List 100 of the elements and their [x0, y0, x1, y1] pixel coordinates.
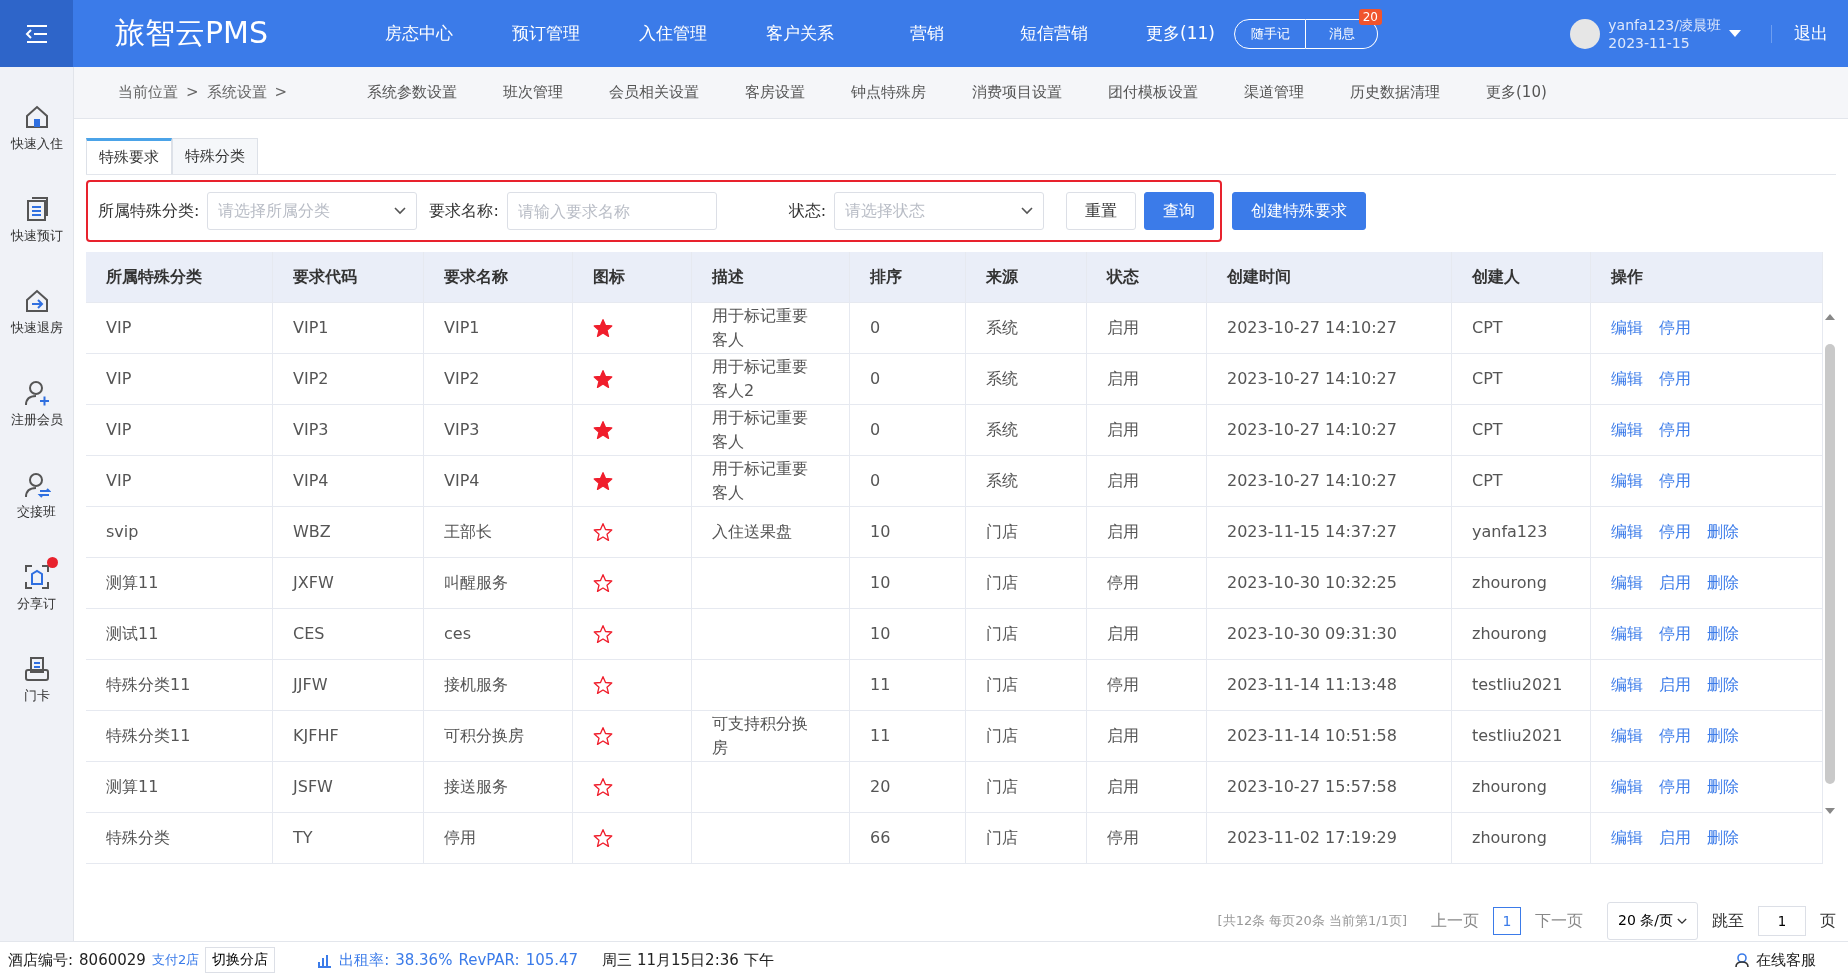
create-button[interactable]: 创建特殊要求 — [1232, 192, 1367, 230]
table-cell-text: 20 — [870, 776, 891, 798]
sub-nav-link[interactable]: 团付模板设置 — [1085, 83, 1221, 102]
sidebar-item[interactable]: 注册会员 — [6, 371, 67, 429]
action-link[interactable]: 停用 — [1659, 520, 1691, 544]
action-link[interactable]: 编辑 — [1611, 316, 1643, 340]
column-header: 要求名称 — [424, 252, 573, 302]
action-link[interactable]: 停用 — [1659, 622, 1691, 646]
action-link[interactable]: 编辑 — [1611, 622, 1643, 646]
action-link[interactable]: 停用 — [1659, 418, 1691, 442]
switch-branch-button[interactable]: 切换分店 — [205, 947, 276, 973]
table-cell-text: JXFW — [293, 572, 334, 594]
breadcrumb-separator: > — [186, 83, 199, 102]
table-cell-text: 可积分换房 — [444, 725, 524, 747]
sub-nav-link[interactable]: 钟点特殊房 — [828, 83, 949, 102]
prev-page-link[interactable]: 上一页 — [1431, 910, 1479, 932]
sidebar-item[interactable]: 快速入住 — [6, 95, 67, 153]
action-link[interactable]: 删除 — [1707, 775, 1739, 799]
action-link[interactable]: 删除 — [1707, 724, 1739, 748]
action-link[interactable]: 停用 — [1659, 775, 1691, 799]
sub-nav-link[interactable]: 客房设置 — [722, 83, 828, 102]
menu-button[interactable] — [0, 0, 73, 67]
online-support-link[interactable]: 在线客服 — [1756, 950, 1816, 970]
action-link[interactable]: 编辑 — [1611, 367, 1643, 391]
table-cell-text: 用于标记重要客人2 — [712, 356, 809, 402]
menu-icon — [24, 23, 49, 44]
logout-link[interactable]: 退出 — [1794, 22, 1828, 45]
next-page-link[interactable]: 下一页 — [1535, 910, 1583, 932]
table-cell-text: 叫醒服务 — [444, 572, 508, 594]
hotel-id: 8060029 — [79, 951, 146, 969]
filter-label: 所属特殊分类: — [98, 200, 200, 222]
reset-button[interactable]: 重置 — [1066, 192, 1137, 230]
top-nav-link[interactable]: 短信营销 — [990, 22, 1117, 45]
sub-nav-link[interactable]: 会员相关设置 — [586, 83, 722, 102]
action-link[interactable]: 删除 — [1707, 520, 1739, 544]
table-cell-text: 门店 — [986, 623, 1018, 645]
page-size-select[interactable]: 20 条/页 — [1607, 902, 1698, 940]
sub-nav-link[interactable]: 渠道管理 — [1221, 83, 1327, 102]
sub-nav-link[interactable]: 消费项目设置 — [949, 83, 1085, 102]
action-link[interactable]: 编辑 — [1611, 520, 1643, 544]
top-nav-link[interactable]: 营销 — [863, 22, 990, 45]
action-link[interactable]: 编辑 — [1611, 724, 1643, 748]
action-link[interactable]: 启用 — [1659, 826, 1691, 850]
top-nav-link[interactable]: 预订管理 — [482, 22, 609, 45]
action-link[interactable]: 编辑 — [1611, 826, 1643, 850]
action-link[interactable]: 编辑 — [1611, 418, 1643, 442]
action-link[interactable]: 编辑 — [1611, 571, 1643, 595]
table-cell-text: 10 — [870, 521, 891, 543]
action-link[interactable]: 停用 — [1659, 724, 1691, 748]
scroll-down-icon[interactable] — [1824, 808, 1835, 814]
action-link[interactable]: 编辑 — [1611, 469, 1643, 493]
sub-nav-link[interactable]: 系统参数设置 — [344, 83, 480, 102]
action-link[interactable]: 删除 — [1707, 622, 1739, 646]
table-cell-text: 启用 — [1107, 725, 1139, 747]
table-cell-text: zhourong — [1472, 572, 1547, 594]
sub-nav-link[interactable]: 班次管理 — [480, 83, 586, 102]
scrollbar-thumb[interactable] — [1824, 344, 1835, 784]
sub-nav-link[interactable]: 更多(10) — [1463, 83, 1570, 102]
top-nav-link[interactable]: 房态中心 — [355, 22, 482, 45]
tab[interactable]: 特殊分类 — [172, 138, 258, 174]
query-button[interactable]: 查询 — [1144, 192, 1215, 230]
table-cell-text: 门店 — [986, 521, 1018, 543]
input-field[interactable]: 请输入要求名称 — [506, 192, 717, 230]
action-link[interactable]: 编辑 — [1611, 673, 1643, 697]
action-link[interactable]: 删除 — [1707, 673, 1739, 697]
count-badge: 20 — [1358, 8, 1382, 25]
action-link[interactable]: 停用 — [1659, 469, 1691, 493]
action-link[interactable]: 编辑 — [1611, 775, 1643, 799]
sub-nav-link[interactable]: 历史数据清理 — [1327, 83, 1463, 102]
top-nav-link[interactable]: 入住管理 — [609, 22, 736, 45]
jump-input[interactable]: 1 — [1758, 906, 1806, 936]
table-cell-text: CPT — [1472, 368, 1503, 390]
sidebar-item[interactable]: 快速预订 — [6, 187, 67, 245]
action-link[interactable]: 停用 — [1659, 316, 1691, 340]
action-link[interactable]: 删除 — [1707, 826, 1739, 850]
scroll-up-icon[interactable] — [1824, 314, 1835, 320]
table-cell-text: VIP3 — [293, 419, 329, 441]
table-cell-text: ces — [444, 623, 471, 645]
sidebar-item[interactable]: 交接班 — [13, 463, 60, 521]
page-number[interactable]: 1 — [1493, 907, 1521, 935]
headset-user-icon — [1734, 952, 1750, 968]
action-link[interactable]: 停用 — [1659, 367, 1691, 391]
sidebar-item[interactable]: 分享订 — [13, 555, 60, 613]
caret-icon[interactable] — [1729, 29, 1741, 38]
app-logo: 旅智云PMS — [115, 14, 270, 52]
table-cell-text: zhourong — [1472, 776, 1547, 798]
avatar — [1570, 18, 1601, 49]
action-link[interactable]: 删除 — [1707, 571, 1739, 595]
tab[interactable]: 特殊要求 — [86, 138, 172, 174]
table-cell-text: 2023-10-30 10:32:25 — [1227, 572, 1397, 594]
chevron-down-icon — [1677, 917, 1687, 925]
sidebar-item[interactable]: 快速退房 — [6, 279, 67, 337]
branch-link[interactable]: 支付2店 — [151, 951, 200, 969]
column-header: 图标 — [573, 252, 692, 302]
top-nav-link[interactable]: 客户关系 — [736, 22, 863, 45]
sidebar-item[interactable]: 门卡 — [18, 647, 55, 705]
action-link[interactable]: 启用 — [1659, 571, 1691, 595]
jump-label: 跳至 — [1712, 910, 1744, 932]
action-link[interactable]: 启用 — [1659, 673, 1691, 697]
table-cell-text: 接机服务 — [444, 674, 508, 696]
